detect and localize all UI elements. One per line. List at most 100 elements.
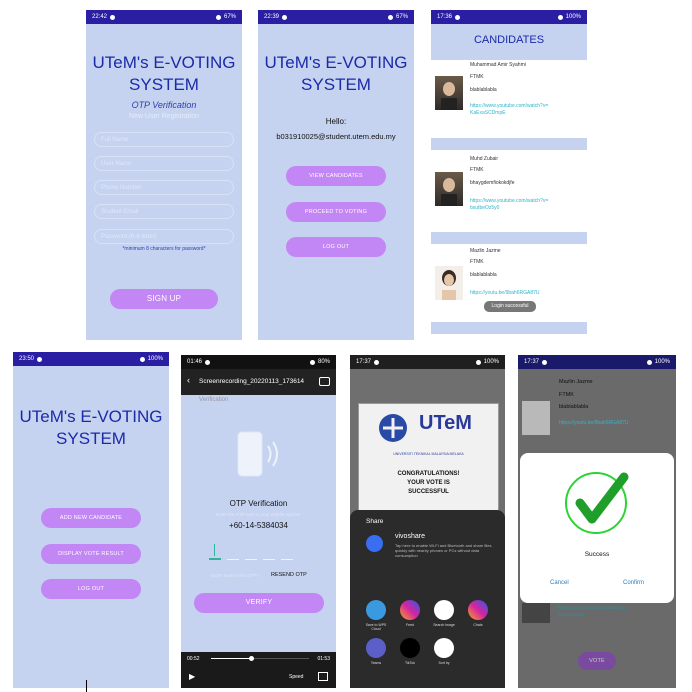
seek-handle[interactable] [248,656,254,661]
pip-icon[interactable] [318,672,328,681]
app-title-line1: UTeM's E-VOTING [19,407,163,426]
status-time: 17:37 [356,359,372,365]
instagram-feed-icon[interactable] [400,600,420,620]
utem-logo [377,412,413,449]
candidate-link[interactable]: https://youtu.be/9bah6RGA87U [559,420,629,426]
otp-input[interactable] [209,544,309,560]
camera-icon[interactable] [319,377,330,386]
share-app-label: Teams [370,661,382,665]
share-app-label: Feed [406,623,414,627]
share-app-label: Search image [433,623,455,627]
user-name-field[interactable]: User Name [94,156,234,171]
phone-number-field[interactable]: Phone Number [94,180,234,195]
resend-question: Didn't receive the OTP? [211,573,259,578]
screen-otp-recording: 01:46 80% ‹ Screenrecording_20220113_173… [181,355,336,688]
app-title: UTeM's E-VOTING SYSTEM [258,52,414,96]
sort-by-icon[interactable] [434,638,454,658]
candidate-name: Muhammad Amir Syahmi [470,62,526,68]
share-sheet: Share vivoshare Tap here to enable Wi-Fi… [350,510,505,688]
wifi-icon [387,14,393,20]
congrats-line1: CONGRATULATIONS! [397,471,460,477]
app-title-line2: SYSTEM [129,75,199,94]
battery-level: 100% [654,359,670,365]
alarm-icon [557,14,563,20]
notification-icon [455,14,461,20]
confirm-button[interactable]: Confirm [623,580,644,586]
candidate-photo [522,401,550,435]
alarm-icon [475,359,481,365]
hello-label: Hello: [325,117,347,126]
share-app-label: Save to WPS Cloud [365,623,387,631]
battery-level: 67% [223,14,236,20]
status-bar: 17:37 100% [518,355,676,369]
candidate-link[interactable]: https://youtu.be/9bah6RGA87U [470,290,540,296]
screen-admin: 23:50 100% UTeM's E-VOTING SYSTEM ADD NE… [13,352,169,688]
candidate-photo [435,76,463,110]
resend-otp-link[interactable]: RESEND OTP [271,572,307,578]
proceed-voting-button[interactable]: PROCEED TO VOTING [286,202,386,222]
candidate-link[interactable]: https://www.youtube.com/watch?v= [470,103,548,109]
seek-bar[interactable] [211,656,309,661]
display-result-button[interactable]: DISPLAY VOTE RESULT [41,544,141,564]
candidate-link[interactable]: https://www.youtube.com/watch?v= [470,198,548,204]
divider [431,232,587,244]
vote-button[interactable]: VOTE [578,652,616,670]
password-field[interactable]: Password (6-8 letter) [94,229,234,244]
utem-wordmark: UTeM [419,412,472,434]
candidate-name: Muhd Zubair [470,156,499,162]
view-candidates-button[interactable]: VIEW CANDIDATES [286,166,386,186]
signup-button[interactable]: SIGN UP [110,289,218,309]
verify-button[interactable]: VERIFY [194,593,324,613]
play-icon[interactable]: ▶ [189,672,195,681]
battery-level: 80% [317,359,330,365]
congrats-line3: SUCCESSFUL [408,489,449,495]
candidate-desc: blablablabla [470,87,497,93]
candidate-link-2[interactable]: bxutbeOz5y0 [470,205,499,211]
logout-button[interactable]: LOG OUT [286,237,386,257]
success-label: Success [584,551,610,558]
speed-button[interactable]: Speed [289,674,303,680]
screen-success: 17:37 100% Mazlin Jazme FTMK blablablabl… [518,355,676,688]
phone-icon [236,430,286,490]
checkmark-icon [564,467,634,542]
notification-icon [282,14,288,20]
status-time: 23:50 [19,356,35,362]
recording-filename: Screenrecording_20220113_173614 [199,378,305,385]
user-email: b031910025@student.utem.edu.my [276,132,396,141]
student-email-field[interactable]: Student Email [94,204,234,219]
phone-number: +60-14-5384034 [229,521,288,530]
app-title-line2: SYSTEM [301,75,371,94]
status-bar: 17:37 100% [350,355,505,369]
candidate-link-2[interactable]: KaExaSCDmpE [470,110,506,116]
vivoshare-icon[interactable] [366,535,383,552]
instagram-chats-icon[interactable] [468,600,488,620]
google-icon[interactable] [434,600,454,620]
status-bar: 23:50 100% [13,352,169,366]
status-time: 17:37 [524,359,540,365]
share-app-label: Chats [473,623,483,627]
divider-line [86,680,87,692]
alarm-icon [646,359,652,365]
tiktok-icon[interactable] [400,638,420,658]
back-icon[interactable]: ‹ [187,375,190,385]
wps-cloud-icon[interactable] [366,600,386,620]
candidates-header: CANDIDATES [431,24,587,60]
logout-button[interactable]: LOG OUT [41,579,141,599]
share-app-label: Sort by [438,661,450,665]
candidate-faculty: FTMK [470,74,484,80]
app-title-line1: UTeM's E-VOTING [264,53,408,72]
cancel-button[interactable]: Cancel [550,580,569,586]
full-name-field[interactable]: Full Name [94,132,234,147]
candidate-faculty: FTMK [470,259,484,265]
teams-icon[interactable] [366,638,386,658]
candidate-faculty: FTMK [470,167,484,173]
background-link-2[interactable]: bxutbeOz5y0 [558,612,585,617]
player-controls: 00:52 01:53 ▶ Speed [181,652,336,688]
vivoshare-label[interactable]: vivoshare [395,533,425,540]
status-bar: 01:46 80% [181,355,336,369]
screen-signup: 22:42 67% UTeM's E-VOTING SYSTEM OTP Ver… [86,10,242,340]
status-time: 22:39 [264,14,280,20]
background-link[interactable]: https://www.youtube.com/watch?v= [558,605,628,610]
add-candidate-button[interactable]: ADD NEW CANDIDATE [41,508,141,528]
verification-subtitle: Verification [199,397,229,403]
